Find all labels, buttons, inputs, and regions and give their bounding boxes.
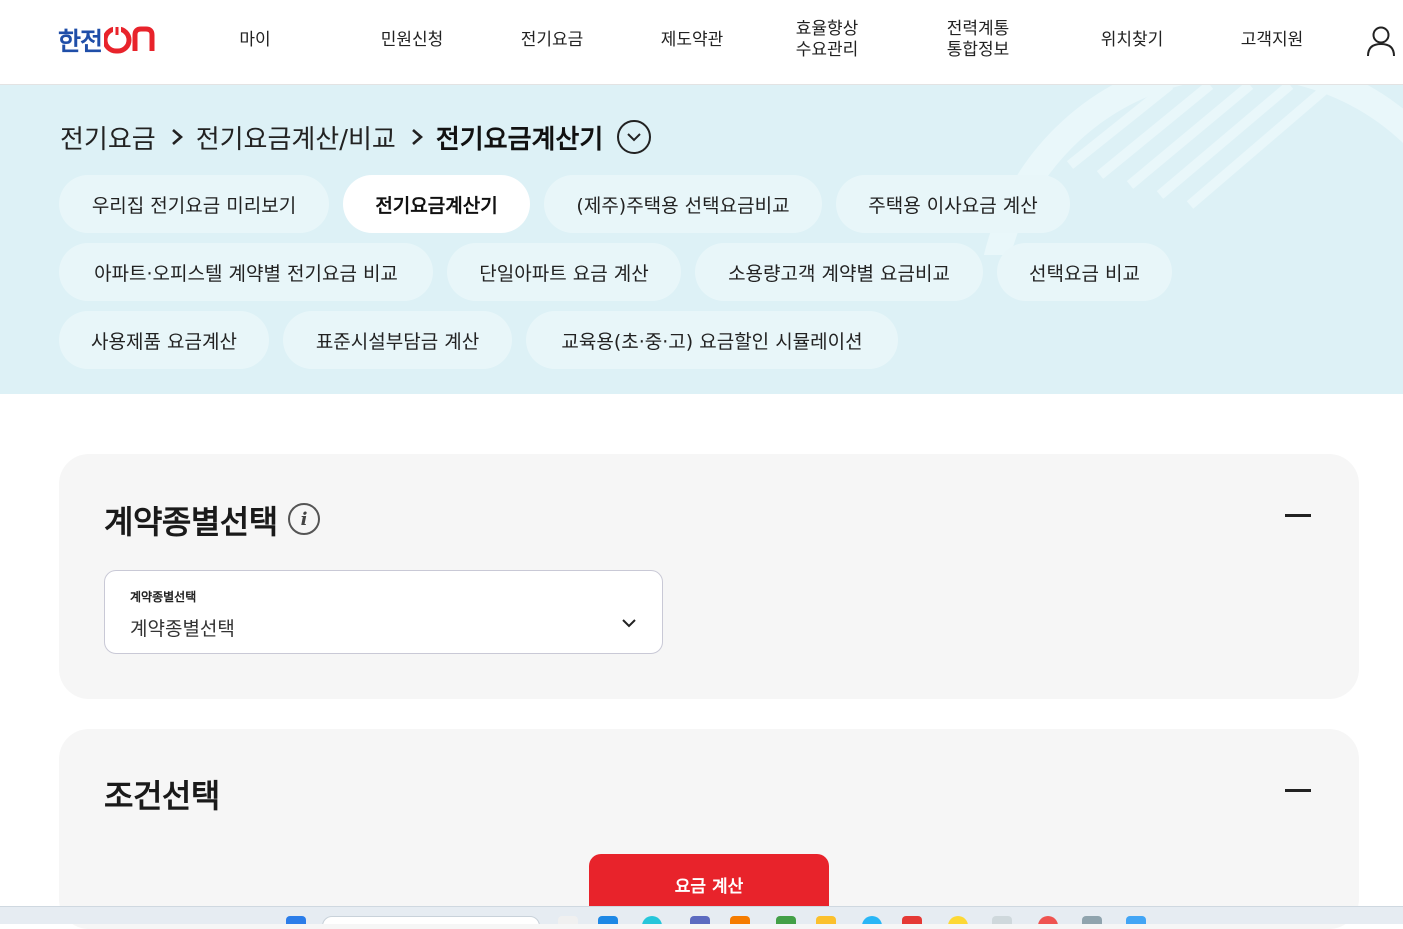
breadcrumb-current: 전기요금계산기 [435,124,604,155]
app-icon[interactable] [992,916,1012,924]
breadcrumb: 전기요금 전기요금계산/비교 전기요금계산기 [60,118,652,156]
submenu-bill-calculator[interactable]: 전기요금계산기 [343,175,530,233]
nav-location[interactable]: 위치찾기 [1082,0,1182,80]
chevron-down-icon [622,619,636,628]
logo-on-mark [104,26,155,54]
submenu-apartment-compare[interactable]: 아파트·오피스텔 계약별 전기요금 비교 [59,243,433,301]
folder-icon[interactable] [816,916,836,924]
submenu-single-apartment[interactable]: 단일아파트 요금 계산 [447,243,681,301]
start-icon[interactable] [286,916,306,924]
submenu-facility-charge[interactable]: 표준시설부담금 계산 [283,311,512,369]
chevron-right-icon [171,129,183,145]
edge-icon[interactable] [598,916,618,924]
kakaotalk-icon[interactable] [948,916,968,924]
submenu-moving-calc[interactable]: 주택용 이사요금 계산 [836,175,1070,233]
nav-terms[interactable]: 제도약관 [642,0,742,80]
os-taskbar [0,906,1403,924]
office-icon[interactable] [730,916,750,924]
submenu-small-customer[interactable]: 소용량고객 계약별 요금비교 [695,243,983,301]
nav-customer-support[interactable]: 고객지원 [1222,0,1322,80]
app-icon[interactable] [1082,916,1102,924]
minus-icon[interactable] [1285,789,1311,792]
submenu-education-discount[interactable]: 교육용(초·중·고) 요금할인 시뮬레이션 [526,311,898,369]
chevron-right-icon [411,129,423,145]
logo-brand-text: 한전 [58,27,103,56]
select-value: 계약종별선택 [130,618,235,640]
panel-title: 계약종별선택 [104,503,278,541]
top-header: 한전 마이 민원신청 전기요금 제도약관 효율향상 수요관리 전력계통 통합정보… [0,0,1403,85]
teams-icon[interactable] [690,916,710,924]
calendar-icon[interactable] [1126,916,1146,924]
breadcrumb-item[interactable]: 전기요금계산/비교 [196,119,396,156]
submenu-product-calc[interactable]: 사용제품 요금계산 [59,311,269,369]
task-view-icon[interactable] [558,916,578,924]
submenu-selective-compare[interactable]: 선택요금 비교 [997,243,1172,301]
select-label: 계약종별선택 [130,590,197,604]
nav-grid-info[interactable]: 전력계통 통합정보 [928,0,1028,80]
panel-title: 조건선택 [104,777,220,815]
breadcrumb-item[interactable]: 전기요금 [60,119,156,156]
submenu-home-preview[interactable]: 우리집 전기요금 미리보기 [59,175,329,233]
info-icon[interactable]: i [288,503,320,535]
nav-civil-request[interactable]: 민원신청 [362,0,462,80]
search-input[interactable] [322,916,540,924]
app-icon[interactable] [862,916,882,924]
contract-type-panel: 계약종별선택 i 계약종별선택 계약종별선택 [59,454,1359,699]
nav-efficiency[interactable]: 효율향상 수요관리 [777,0,877,80]
user-icon[interactable] [1366,25,1396,57]
chrome-icon[interactable] [642,916,662,924]
contract-type-select[interactable]: 계약종별선택 계약종별선택 [104,570,663,654]
app-icon[interactable] [902,916,922,924]
minus-icon[interactable] [1285,514,1311,517]
nav-my[interactable]: 마이 [205,0,305,80]
submenu-jeju-compare[interactable]: (제주)주택용 선택요금비교 [544,175,822,233]
kepco-on-logo[interactable]: 한전 [58,24,160,56]
nav-electric-bill[interactable]: 전기요금 [502,0,602,80]
chevron-down-circle-icon[interactable] [617,120,652,154]
app-icon[interactable] [1038,916,1058,924]
excel-icon[interactable] [776,916,796,924]
